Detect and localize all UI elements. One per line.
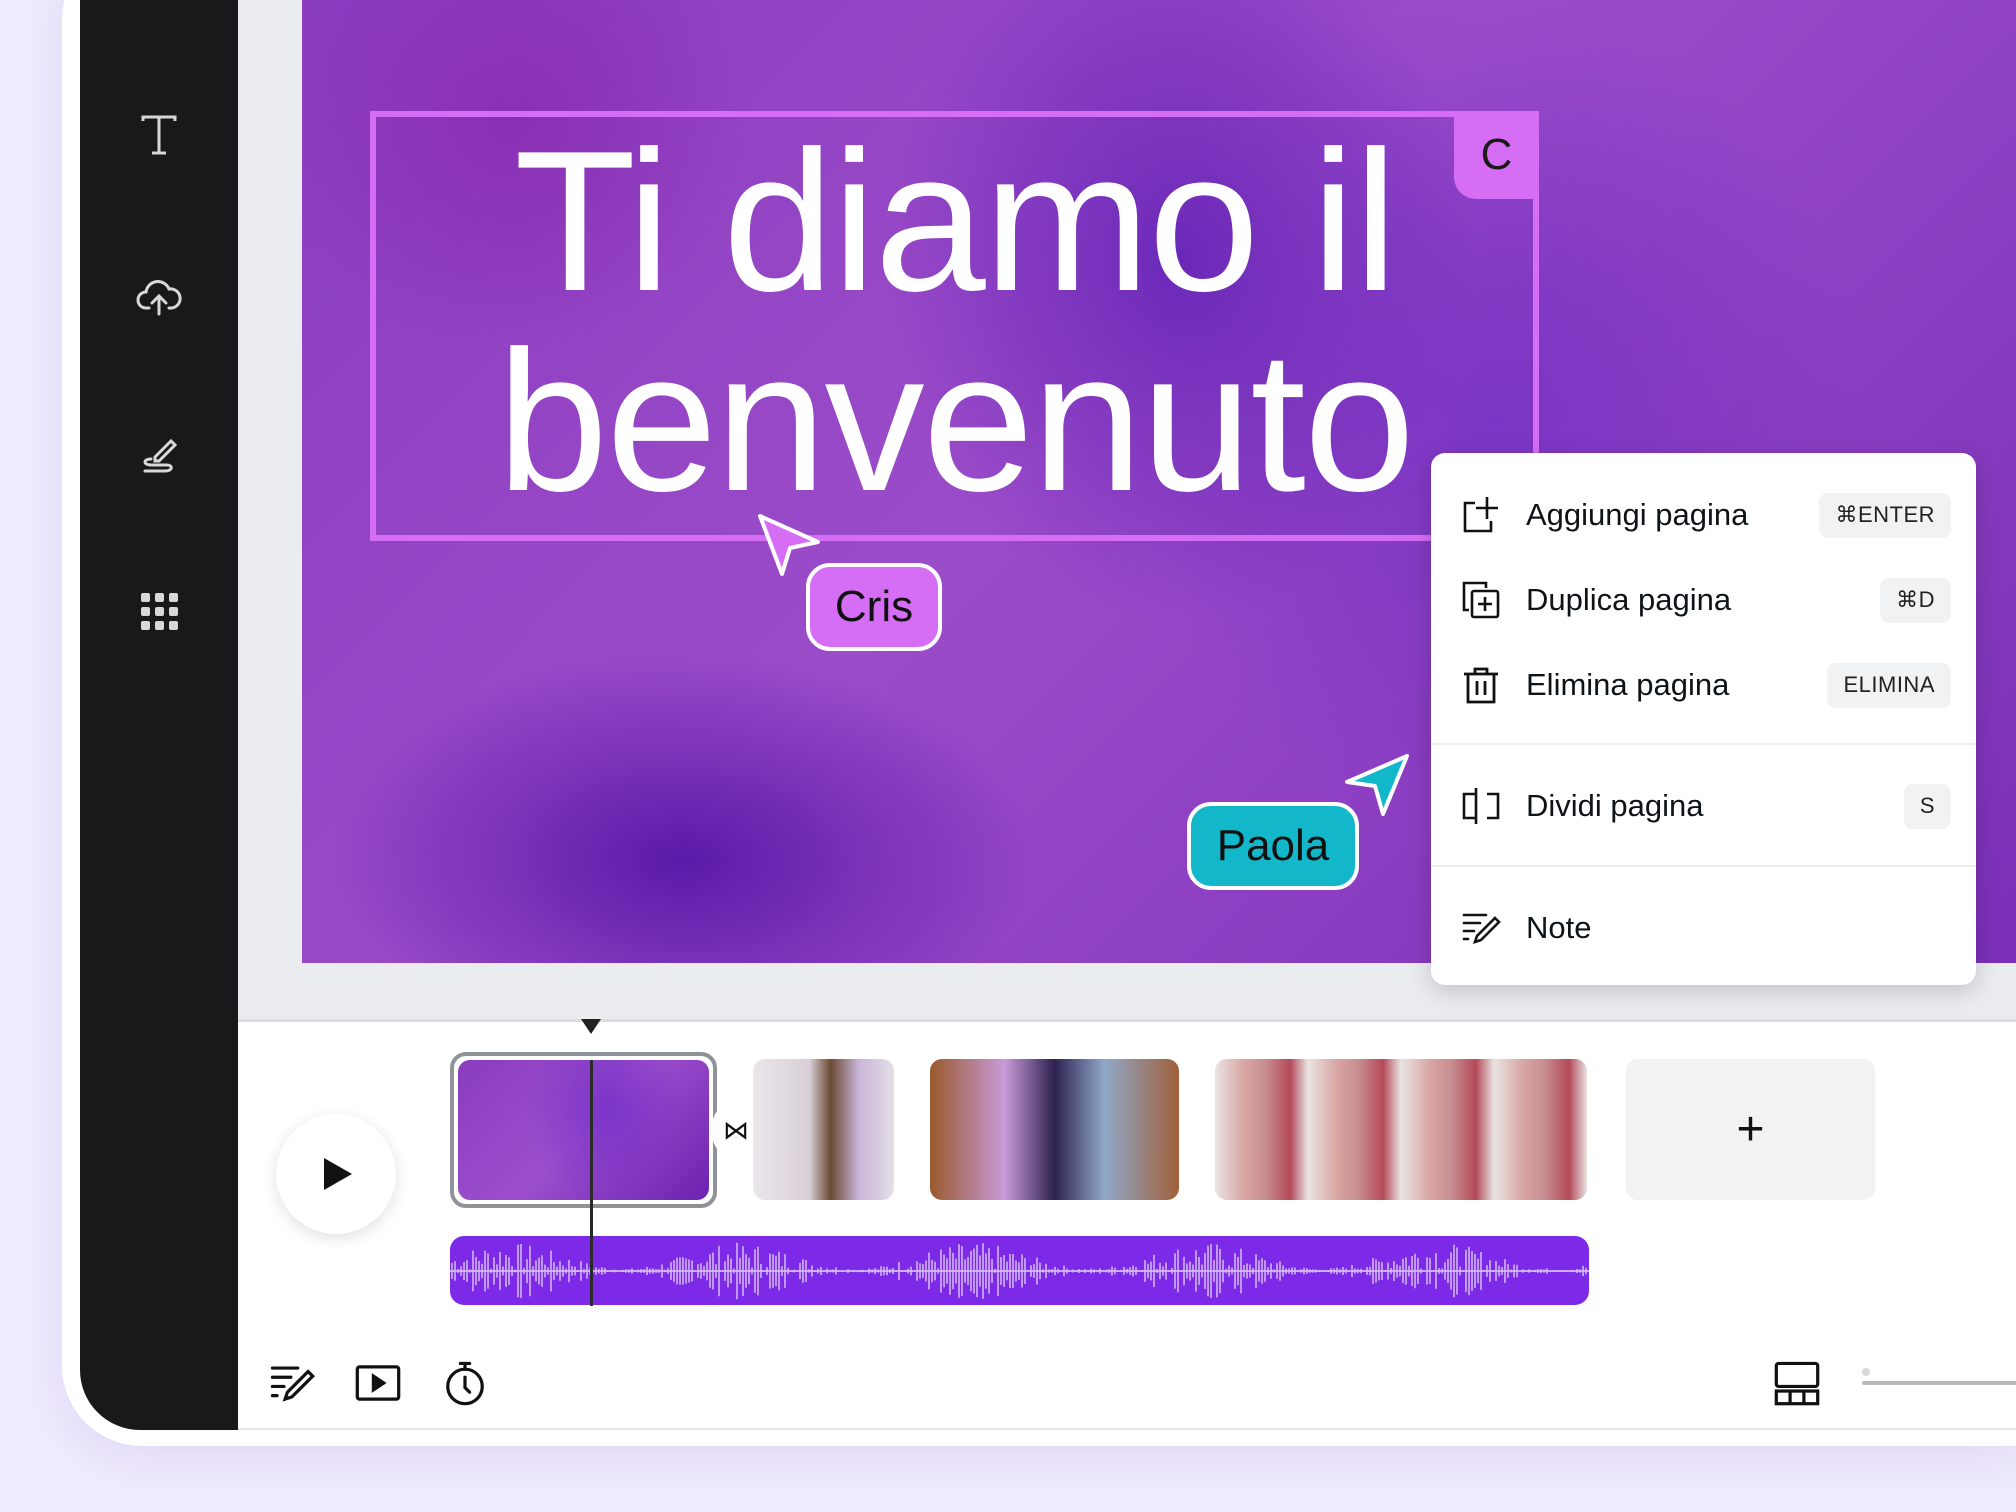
shortcut-badge: S — [1903, 783, 1951, 829]
cris-cursor-label: Cris — [806, 563, 942, 651]
page-context-menu: Aggiungi pagina ⌘ENTER Duplica pagina ⌘D… — [1431, 453, 1976, 985]
menu-item-label: Duplica pagina — [1526, 582, 1732, 617]
zoom-slider[interactable] — [1862, 1381, 2016, 1385]
menu-divider — [1431, 865, 1976, 867]
menu-item-label: Dividi pagina — [1526, 788, 1704, 823]
playhead-marker-icon[interactable] — [580, 1017, 602, 1035]
text-icon[interactable] — [135, 111, 183, 159]
paola-cursor-label: Paola — [1187, 802, 1359, 890]
page-thumbnail-3[interactable] — [930, 1059, 1179, 1200]
zoom-slider-handle[interactable] — [1862, 1368, 1870, 1376]
transition-icon: ⋈ — [723, 1114, 749, 1145]
menu-item-notes[interactable]: Note — [1431, 893, 1976, 963]
shortcut-badge: ⌘D — [1880, 577, 1951, 623]
shortcut-badge: ⌘ENTER — [1819, 492, 1951, 538]
apps-grid-icon[interactable] — [135, 587, 183, 635]
menu-item-split-page[interactable]: Dividi pagina S — [1431, 771, 1976, 841]
draw-icon[interactable] — [135, 429, 183, 477]
trash-icon — [1464, 667, 1498, 704]
notes-icon — [1462, 913, 1501, 945]
paola-cursor-icon — [1345, 754, 1409, 816]
play-button[interactable] — [276, 1114, 396, 1234]
page-thumbnail-2[interactable] — [753, 1059, 894, 1200]
page-thumbnail-1[interactable] — [458, 1060, 709, 1200]
present-icon[interactable] — [355, 1360, 401, 1406]
duplicate-page-icon — [1462, 581, 1500, 619]
notes-icon[interactable] — [269, 1360, 315, 1406]
shortcut-badge: ELIMINA — [1827, 662, 1951, 708]
sidebar — [80, 0, 238, 1430]
play-icon — [324, 1158, 352, 1190]
add-page-button[interactable]: + — [1626, 1059, 1875, 1200]
menu-item-label: Elimina pagina — [1526, 667, 1730, 702]
menu-item-label: Aggiungi pagina — [1526, 497, 1749, 532]
page-thumbnail-4[interactable] — [1215, 1059, 1587, 1200]
menu-item-delete-page[interactable]: Elimina pagina ELIMINA — [1431, 650, 1976, 720]
upload-cloud-icon[interactable] — [135, 272, 183, 320]
grid-view-icon[interactable] — [1774, 1360, 1820, 1406]
audio-track[interactable] — [450, 1236, 1589, 1305]
menu-item-add-page[interactable]: Aggiungi pagina ⌘ENTER — [1431, 480, 1976, 550]
menu-divider — [1431, 743, 1976, 745]
timer-icon[interactable] — [442, 1360, 488, 1406]
headline-line-2[interactable]: benvenuto — [380, 322, 1530, 522]
playhead-line[interactable] — [590, 1060, 593, 1306]
add-page-icon — [1463, 497, 1498, 533]
headline-line-1[interactable]: Ti diamo il — [380, 122, 1530, 322]
menu-item-duplicate-page[interactable]: Duplica pagina ⌘D — [1431, 565, 1976, 635]
menu-item-label: Note — [1526, 910, 1592, 945]
audio-waveform — [450, 1242, 1589, 1300]
split-page-icon — [1462, 788, 1500, 824]
cris-cursor-icon — [758, 514, 820, 576]
